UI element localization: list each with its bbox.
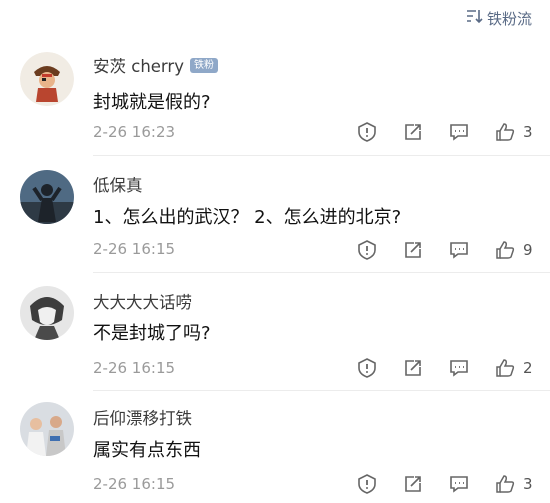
username[interactable]: 低保真 — [93, 172, 143, 196]
username[interactable]: 大大大大话唠 — [93, 289, 192, 313]
avatar[interactable] — [20, 286, 74, 340]
repost-icon[interactable] — [401, 472, 425, 496]
timestamp: 2-26 16:15 — [93, 240, 176, 258]
sort-filter[interactable]: 铁粉流 — [465, 6, 532, 30]
like-icon[interactable] — [493, 238, 517, 262]
username[interactable]: 安茨 cherry 铁粉 — [93, 53, 218, 77]
sort-icon — [465, 7, 483, 29]
repost-icon[interactable] — [401, 120, 425, 144]
comment-icon[interactable] — [447, 238, 471, 262]
divider — [93, 272, 550, 273]
comment-text: 不是封城了吗? — [93, 323, 211, 344]
fan-badge: 铁粉 — [189, 57, 218, 73]
divider — [93, 155, 550, 156]
repost-icon[interactable] — [401, 356, 425, 380]
timestamp: 2-26 16:23 — [93, 123, 176, 141]
comment-text: 1、怎么出的武汉？ 2、怎么进的北京? — [93, 207, 402, 228]
avatar[interactable] — [20, 402, 74, 456]
like-icon[interactable] — [493, 120, 517, 144]
report-icon[interactable] — [355, 472, 379, 496]
comment-text: 封城就是假的? — [93, 92, 211, 113]
comment-icon[interactable] — [447, 472, 471, 496]
comment-text: 属实有点东西 — [93, 440, 201, 461]
comment-icon[interactable] — [447, 120, 471, 144]
report-icon[interactable] — [355, 238, 379, 262]
avatar[interactable] — [20, 170, 74, 224]
avatar[interactable] — [20, 52, 74, 106]
like-icon[interactable] — [493, 472, 517, 496]
divider — [93, 390, 550, 391]
like-icon[interactable] — [493, 356, 517, 380]
report-icon[interactable] — [355, 356, 379, 380]
like-count: 2 — [523, 359, 533, 377]
like-count: 9 — [523, 241, 533, 259]
username[interactable]: 后仰漂移打铁 — [93, 405, 192, 429]
report-icon[interactable] — [355, 120, 379, 144]
timestamp: 2-26 16:15 — [93, 359, 176, 377]
comment-icon[interactable] — [447, 356, 471, 380]
timestamp: 2-26 16:15 — [93, 475, 176, 493]
sort-label: 铁粉流 — [486, 9, 532, 28]
like-count: 3 — [523, 123, 533, 141]
like-count: 3 — [523, 475, 533, 493]
repost-icon[interactable] — [401, 238, 425, 262]
